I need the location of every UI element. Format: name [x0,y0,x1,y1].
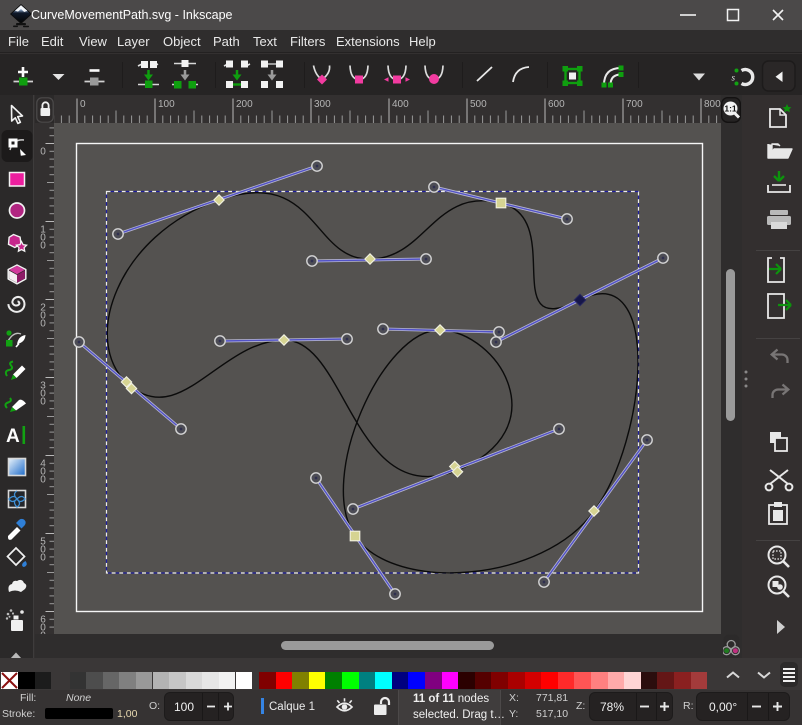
svg-text:100: 100 [158,99,175,110]
svg-text:A: A [6,426,20,447]
svg-text:500: 500 [470,99,487,110]
svg-text:0: 0 [40,397,46,408]
svg-text:0: 0 [40,319,46,330]
svg-text:0: 0 [40,475,46,486]
svg-text:1:1: 1:1 [724,104,737,114]
svg-text:0: 0 [40,147,46,158]
svg-text:300: 300 [314,99,331,110]
svg-text:800: 800 [704,99,721,110]
svg-text:700: 700 [626,99,643,110]
svg-text:0: 0 [80,99,86,110]
svg-text:s: s [732,73,736,83]
svg-text:400: 400 [392,99,409,110]
svg-text:0: 0 [40,553,46,564]
svg-text:0: 0 [40,241,46,252]
svg-text:200: 200 [236,99,253,110]
svg-text:600: 600 [548,99,565,110]
